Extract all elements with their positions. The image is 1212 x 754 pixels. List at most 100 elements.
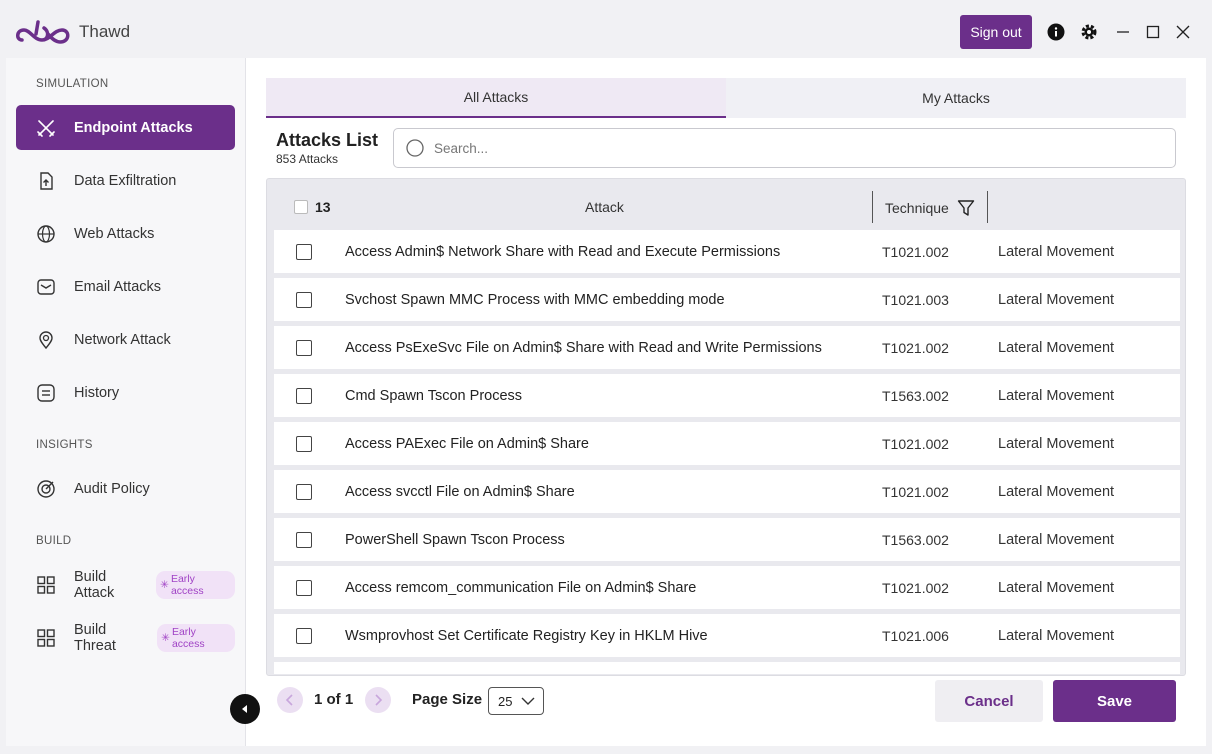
sidebar-item-label: Web Attacks xyxy=(74,225,155,242)
sidebar-item-label: Audit Policy xyxy=(74,480,150,497)
attack-tabs: All Attacks My Attacks xyxy=(266,78,1186,118)
attack-name: Access Admin$ Network Share with Read an… xyxy=(345,243,781,260)
sidebar-item-label: Network Attack xyxy=(74,331,171,348)
sidebar-item-label: Endpoint Attacks xyxy=(74,119,193,136)
tab-my-attacks[interactable]: My Attacks xyxy=(726,78,1186,118)
row-checkbox[interactable] xyxy=(296,483,312,500)
title-bar: Thawd Sign out xyxy=(0,0,1212,62)
chevron-left-icon xyxy=(285,694,293,706)
tactic: Lateral Movement xyxy=(998,435,1115,452)
mail-icon xyxy=(36,277,56,297)
column-header-attack: Attack xyxy=(585,199,624,215)
sidebar-item-label: Build Threat xyxy=(74,621,116,654)
tactic: Lateral Movement xyxy=(998,627,1115,644)
sign-out-button[interactable]: Sign out xyxy=(960,15,1032,49)
sidebar-item-history[interactable]: History xyxy=(16,370,235,415)
row-checkbox[interactable] xyxy=(296,627,312,644)
tactic: Lateral Movement xyxy=(998,531,1115,548)
column-divider xyxy=(987,191,988,223)
maximize-icon[interactable] xyxy=(1143,22,1163,42)
thawd-logo-icon xyxy=(16,20,70,44)
caret-left-icon xyxy=(242,705,247,713)
search-icon xyxy=(406,139,424,157)
selected-count: 13 xyxy=(315,199,331,215)
attack-count: 853 Attacks xyxy=(276,152,339,166)
sidebar-item-label: History xyxy=(74,384,120,401)
table-row[interactable]: PowerShell Spawn Tscon Process T1563.002… xyxy=(274,518,1180,561)
table-row[interactable]: Access remcom_communication File on Admi… xyxy=(274,566,1180,609)
technique-id: T1021.002 xyxy=(882,579,949,596)
network-pin-icon xyxy=(36,330,56,350)
sidebar-item-label: Build Attack xyxy=(74,568,115,601)
table-row[interactable]: Svchost Spawn MMC Process with MMC embed… xyxy=(274,278,1180,321)
row-checkbox[interactable] xyxy=(296,387,312,404)
tactic: Lateral Movement xyxy=(998,483,1115,500)
sidebar-item-build-attack[interactable]: Build Attack ✳ Early access xyxy=(16,562,235,607)
section-label-build: BUILD xyxy=(36,535,72,547)
table-header: 13 Attack Technique xyxy=(267,179,1185,231)
table-row[interactable]: Access Admin$ Network Share with Read an… xyxy=(274,230,1180,273)
attack-name: Cmd Spawn Tscon Process xyxy=(345,387,523,404)
attack-name: Access remcom_communication File on Admi… xyxy=(345,579,697,596)
grid-icon xyxy=(36,628,56,648)
cancel-button[interactable]: Cancel xyxy=(935,680,1043,722)
table-row[interactable]: Access PAExec File on Admin$ Share T1021… xyxy=(274,422,1180,465)
save-button[interactable]: Save xyxy=(1053,680,1176,722)
table-row[interactable]: Access svcctl File on Admin$ Share T1021… xyxy=(274,470,1180,513)
close-icon[interactable] xyxy=(1173,22,1193,42)
page-size-select[interactable]: 25 xyxy=(488,687,544,715)
sidebar-item-email-attacks[interactable]: Email Attacks xyxy=(16,264,235,309)
technique-id: T1021.002 xyxy=(882,483,949,500)
gear-icon[interactable] xyxy=(1079,22,1099,42)
info-icon[interactable] xyxy=(1046,22,1066,42)
sidebar-item-web-attacks[interactable]: Web Attacks xyxy=(16,211,235,256)
tactic: Lateral Movement xyxy=(998,387,1115,404)
column-divider xyxy=(872,191,873,223)
globe-icon xyxy=(36,224,56,244)
section-label-insights: INSIGHTS xyxy=(36,439,93,451)
row-checkbox[interactable] xyxy=(296,243,312,260)
row-checkbox[interactable] xyxy=(296,531,312,548)
filter-icon[interactable] xyxy=(957,199,975,217)
page-indicator: 1 of 1 xyxy=(314,691,354,708)
upload-file-icon xyxy=(36,171,56,191)
sidebar-item-audit-policy[interactable]: Audit Policy xyxy=(16,466,235,511)
next-page-button[interactable] xyxy=(365,687,391,713)
attack-name: Svchost Spawn MMC Process with MMC embed… xyxy=(345,291,725,308)
row-checkbox[interactable] xyxy=(296,339,312,356)
technique-id: T1021.002 xyxy=(882,339,949,356)
technique-id: T1563.002 xyxy=(882,531,949,548)
tab-all-attacks[interactable]: All Attacks xyxy=(266,78,726,118)
row-checkbox[interactable] xyxy=(296,291,312,308)
search-input[interactable] xyxy=(434,140,1134,156)
row-checkbox[interactable] xyxy=(296,579,312,596)
table-row[interactable]: Cmd Spawn Tscon Process T1563.002 Latera… xyxy=(274,374,1180,417)
chevron-down-icon xyxy=(521,697,535,705)
collapse-sidebar-button[interactable] xyxy=(230,694,260,724)
attack-name: Wsmprovhost Set Certificate Registry Key… xyxy=(345,627,708,644)
sidebar-item-network-attack[interactable]: Network Attack xyxy=(16,317,235,362)
sidebar-item-build-threat[interactable]: Build Threat ✳ Early access xyxy=(16,615,235,660)
attack-name: Access PsExeSvc File on Admin$ Share wit… xyxy=(345,339,822,356)
attack-name: Access svcctl File on Admin$ Share xyxy=(345,483,575,500)
row-checkbox[interactable] xyxy=(296,435,312,452)
sidebar-item-data-exfiltration[interactable]: Data Exfiltration xyxy=(16,158,235,203)
tactic: Lateral Movement xyxy=(998,339,1115,356)
sidebar-item-endpoint-attacks[interactable]: Endpoint Attacks xyxy=(16,105,235,150)
select-all-checkbox[interactable] xyxy=(294,200,308,214)
table-row[interactable]: Wsmprovhost Set Certificate Registry Key… xyxy=(274,614,1180,657)
sidebar: SIMULATION Endpoint Attacks Data Exfiltr… xyxy=(6,58,246,746)
tactic: Lateral Movement xyxy=(998,243,1115,260)
table-row[interactable]: Access PsExeSvc File on Admin$ Share wit… xyxy=(274,326,1180,369)
main-panel: All Attacks My Attacks Attacks List 853 … xyxy=(246,58,1206,746)
table-body: Access Admin$ Network Share with Read an… xyxy=(274,230,1180,675)
grid-icon xyxy=(36,575,56,595)
column-header-technique: Technique xyxy=(885,199,975,217)
history-icon xyxy=(36,383,56,403)
early-access-badge: ✳ Early access xyxy=(156,570,235,599)
app-name: Thawd xyxy=(79,22,131,41)
attack-name: PowerShell Spawn Tscon Process xyxy=(345,531,565,548)
previous-page-button[interactable] xyxy=(277,687,303,713)
minimize-icon[interactable] xyxy=(1113,22,1133,42)
tactic: Lateral Movement xyxy=(998,579,1115,596)
